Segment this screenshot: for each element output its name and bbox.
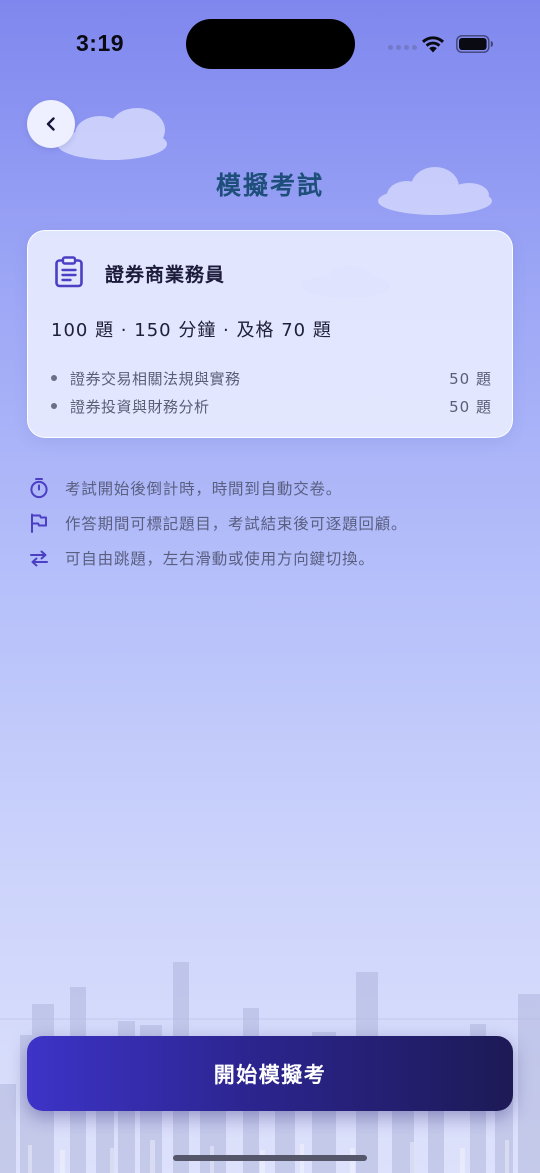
cellular-signal-icon: [388, 45, 417, 50]
status-bar: 3:19: [0, 0, 540, 90]
cloud-decoration: [302, 266, 390, 298]
subject-item: 證券交易相關法規與實務 50 題: [50, 364, 492, 392]
flag-icon: [31, 513, 47, 533]
subject-name: 證券投資與財務分析: [70, 397, 210, 416]
bullet-icon: [51, 403, 57, 409]
subject-question-count: 50 題: [449, 397, 492, 416]
stopwatch-icon: [30, 477, 48, 498]
wifi-icon: [422, 36, 444, 53]
exam-info-card: 證券商業務員 100 題 · 150 分鐘 · 及格 70 題 證券交易相關法規…: [27, 230, 513, 438]
clipboard-icon: [55, 256, 83, 288]
subject-name: 證券交易相關法規與實務: [70, 369, 241, 388]
rule-text: 作答期間可標記題目，考試結束後可逐題回顧。: [65, 514, 408, 533]
exam-name: 證券商業務員: [105, 264, 226, 286]
chevron-left-icon: [46, 117, 55, 131]
exam-summary: 100 題 · 150 分鐘 · 及格 70 題: [51, 320, 332, 341]
status-time: 3:19: [76, 30, 125, 56]
page-title: 模擬考試: [215, 171, 324, 200]
swap-arrows-icon: [30, 550, 48, 566]
back-button[interactable]: [27, 100, 75, 148]
bullet-icon: [51, 375, 57, 381]
rule-item: 可自由跳題，左右滑動或使用方向鍵切換。: [28, 540, 518, 575]
dynamic-island: [186, 19, 355, 69]
subject-question-count: 50 題: [449, 369, 492, 388]
battery-icon: [456, 35, 493, 53]
rule-text: 可自由跳題，左右滑動或使用方向鍵切換。: [65, 549, 375, 568]
start-exam-button[interactable]: 開始模擬考: [27, 1036, 513, 1111]
rule-item: 考試開始後倒計時，時間到自動交卷。: [28, 470, 518, 505]
exam-rules-list: 考試開始後倒計時，時間到自動交卷。 作答期間可標記題目，考試結束後可逐題回顧。 …: [28, 470, 518, 575]
subject-item: 證券投資與財務分析 50 題: [50, 392, 492, 420]
rule-text: 考試開始後倒計時，時間到自動交卷。: [65, 479, 343, 498]
home-indicator[interactable]: [173, 1155, 367, 1161]
rule-item: 作答期間可標記題目，考試結束後可逐題回顧。: [28, 505, 518, 540]
subject-list: 證券交易相關法規與實務 50 題 證券投資與財務分析 50 題: [50, 364, 492, 420]
